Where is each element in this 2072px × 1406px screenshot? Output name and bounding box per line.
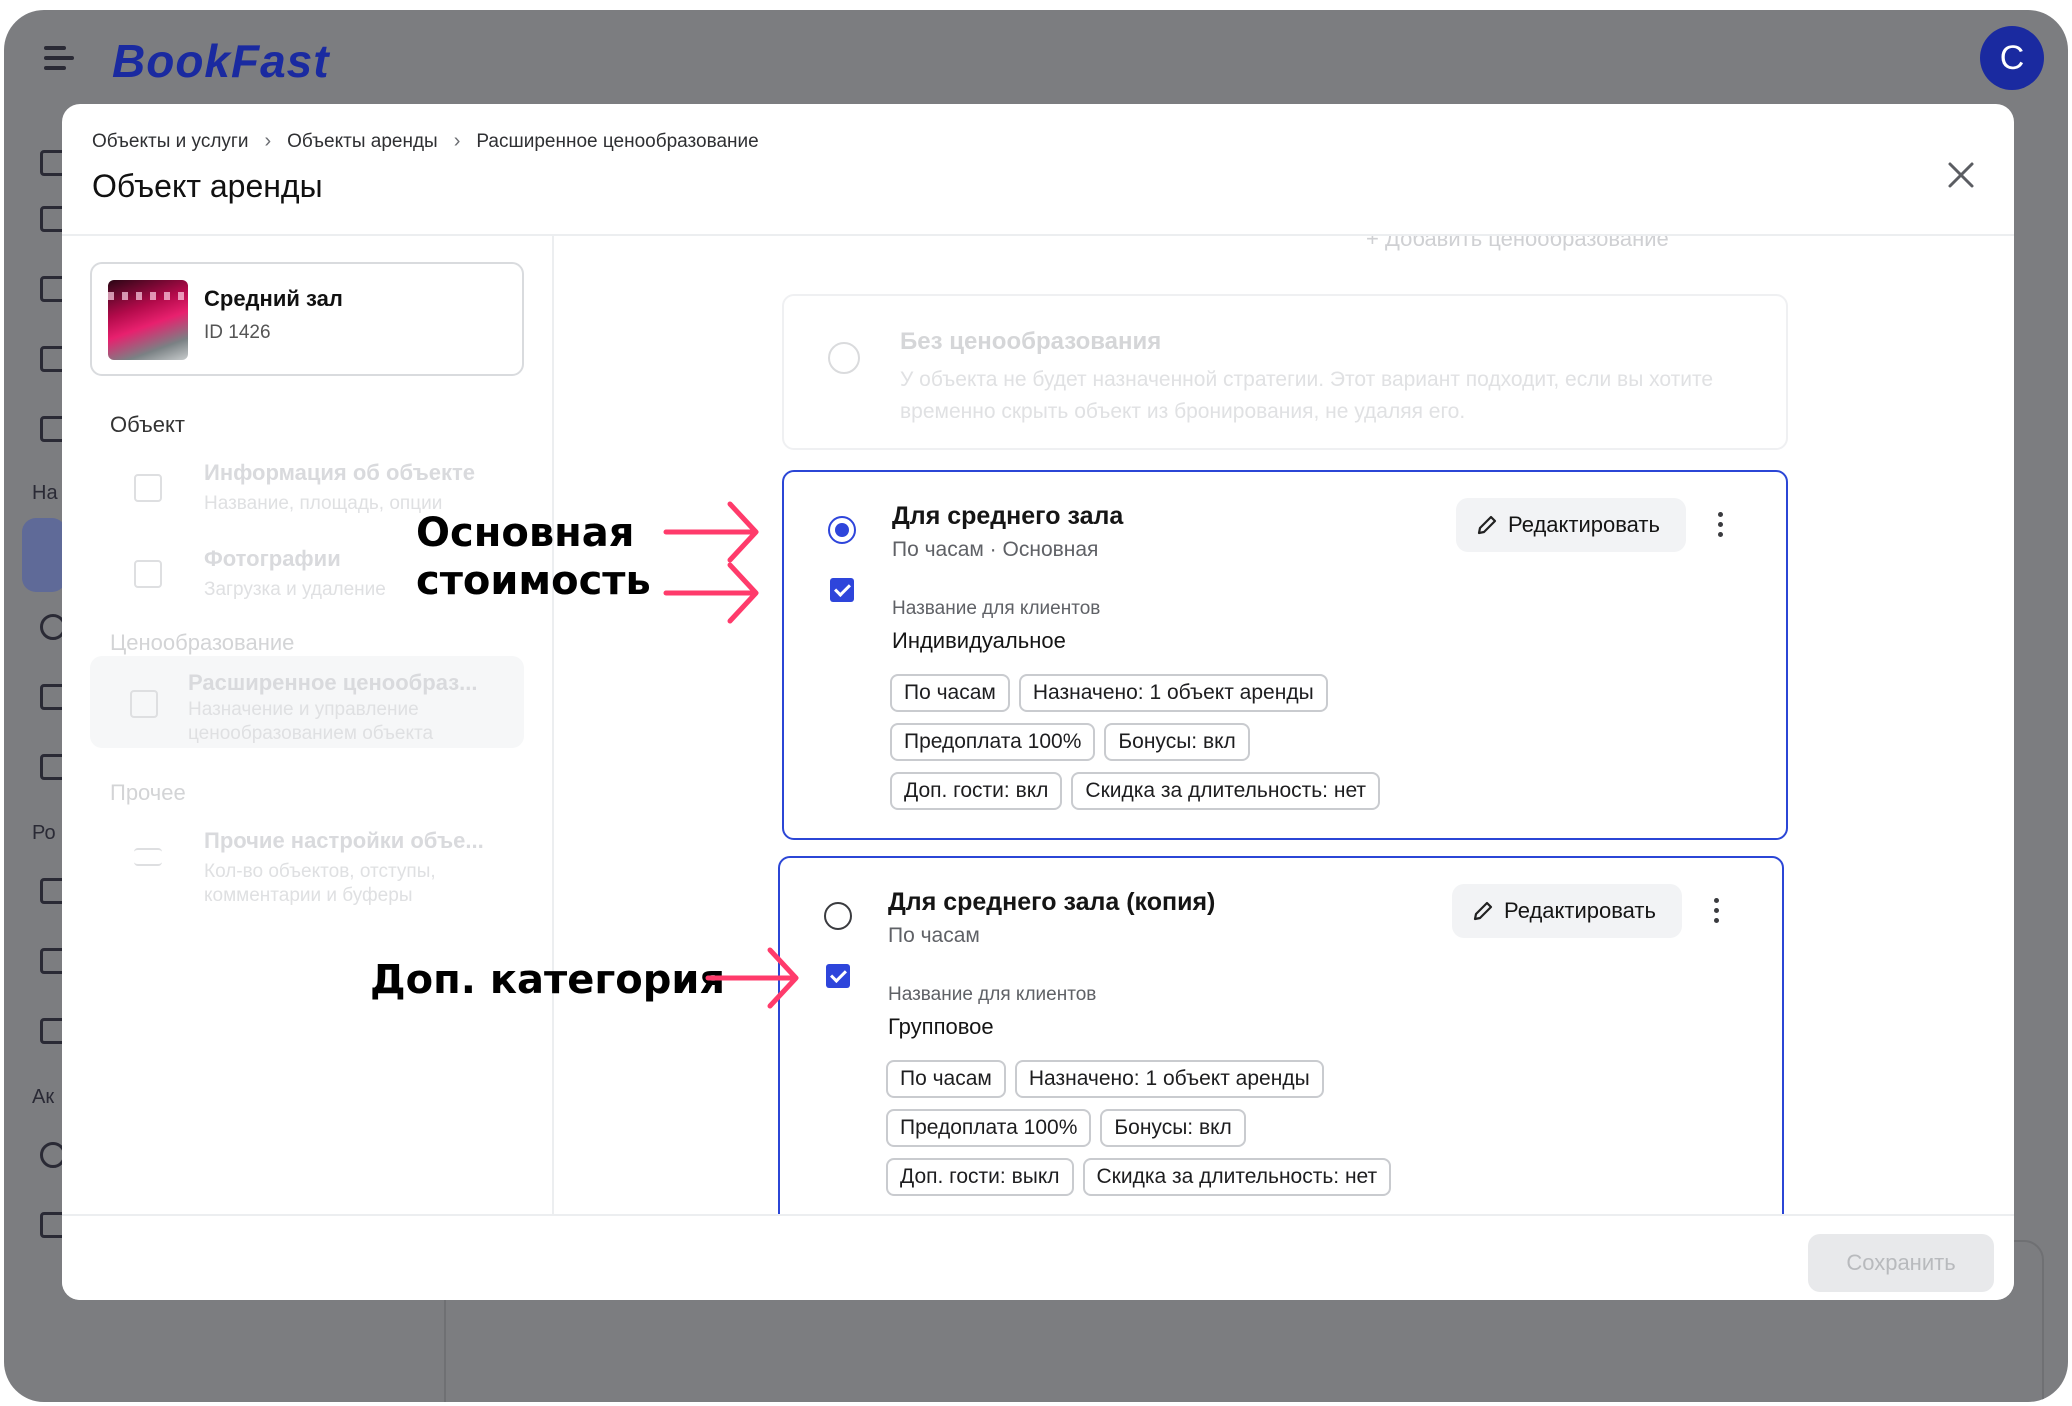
app-frame: BookFast C На Ро Ак Объекты и услуги › О… xyxy=(4,10,2068,1402)
sidebar-item-active[interactable] xyxy=(22,518,66,592)
sidebar-section-label: Ро xyxy=(32,822,56,844)
sidebar-section-label: Ак xyxy=(32,1086,55,1108)
rental-object-modal: Объекты и услуги › Объекты аренды › Расш… xyxy=(62,104,2014,1300)
menu-collapse-icon[interactable] xyxy=(44,46,80,76)
sidebar-section-label: На xyxy=(32,482,58,504)
user-avatar[interactable]: C xyxy=(1980,26,2044,90)
top-bar: BookFast C xyxy=(4,10,2068,106)
save-button[interactable]: Сохранить xyxy=(1808,1234,1994,1292)
modal-footer: Сохранить xyxy=(62,1214,2014,1300)
annotation-arrows xyxy=(663,501,799,1009)
app-logo[interactable]: BookFast xyxy=(112,34,330,88)
